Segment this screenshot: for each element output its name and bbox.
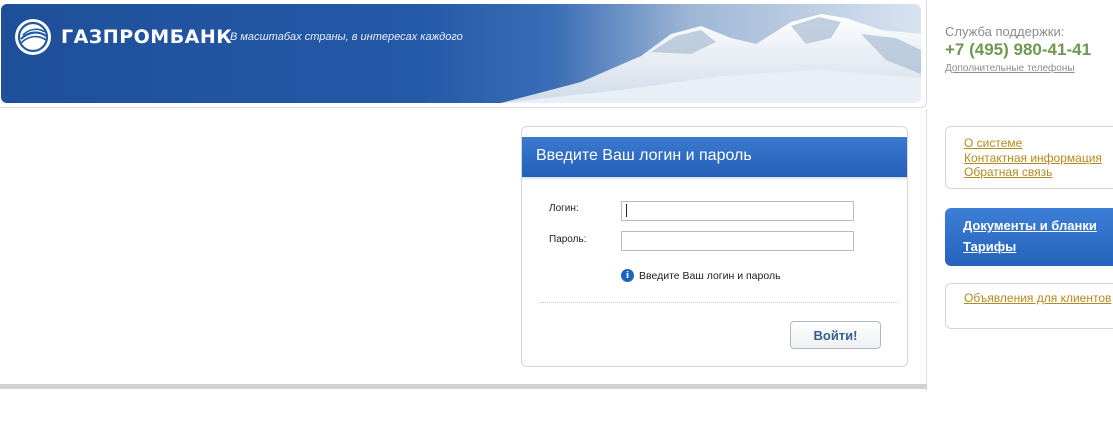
login-button[interactable]: Войти! (790, 321, 881, 349)
support-label: Служба поддержки: (945, 24, 1065, 39)
documents-box: Документы и бланки Тарифы (945, 208, 1113, 266)
about-system-link[interactable]: О системе (964, 136, 1113, 151)
login-title: Введите Ваш логин и пароль (522, 137, 907, 180)
logo-text: ГАЗПРОМБАНК (61, 26, 233, 48)
login-hint: i Введите Ваш логин и пароль (621, 269, 781, 282)
login-label: Логин: (549, 203, 579, 214)
slogan: В масштабах страны, в интересах каждого (230, 31, 463, 43)
vertical-divider (926, 110, 927, 390)
announcements-link[interactable]: Объявления для клиентов (964, 292, 1113, 304)
text-caret (626, 204, 627, 217)
more-phones-link[interactable]: Дополнительные телефоны (945, 63, 1113, 74)
documents-link[interactable]: Документы и бланки (963, 215, 1113, 236)
bank-logo[interactable]: ГАЗПРОМБАНК (15, 19, 232, 55)
support-phone: +7 (495) 980-41-41 (945, 40, 1092, 59)
header-banner: ГАЗПРОМБАНК В масштабах страны, в интере… (1, 4, 921, 103)
info-icon: i (621, 269, 634, 282)
login-input[interactable] (621, 201, 854, 221)
login-panel: Введите Ваш логин и пароль Логин: Пароль… (521, 126, 908, 367)
contact-info-link[interactable]: Контактная информация (964, 151, 1113, 166)
gazprombank-logo-icon (15, 19, 51, 55)
tariffs-link[interactable]: Тарифы (963, 236, 1113, 257)
hint-text: Введите Ваш логин и пароль (639, 269, 781, 282)
password-label: Пароль: (549, 234, 587, 245)
feedback-link[interactable]: Обратная связь (964, 165, 1113, 180)
password-input[interactable] (621, 231, 854, 251)
info-links-box: О системе Контактная информация Обратная… (945, 126, 1113, 189)
bottom-bar (0, 384, 927, 389)
announcements-box: Объявления для клиентов (945, 283, 1113, 329)
mountain-image (501, 14, 921, 103)
login-divider (540, 302, 898, 303)
support-block: Служба поддержки: +7 (495) 980-41-41 Доп… (945, 24, 1113, 74)
